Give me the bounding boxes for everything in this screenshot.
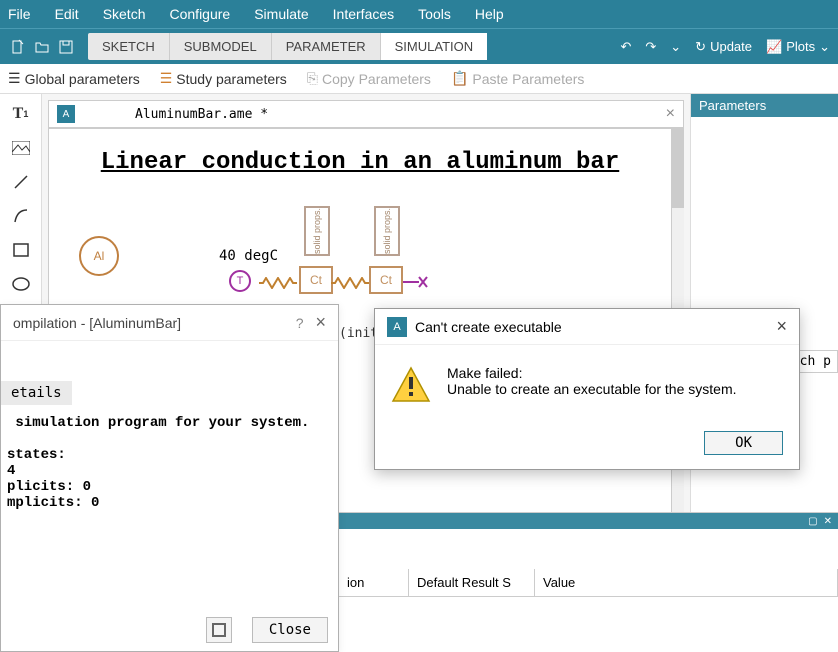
error-title: Can't create executable xyxy=(415,319,562,335)
compilation-panel: ompilation - [AluminumBar] ? × etails si… xyxy=(0,304,339,652)
col-ion[interactable]: ion xyxy=(339,569,409,596)
end-terminator[interactable] xyxy=(403,276,429,288)
menu-interfaces[interactable]: Interfaces xyxy=(333,6,394,22)
curve-tool-icon[interactable] xyxy=(11,206,31,226)
undo-icon[interactable]: ↶ xyxy=(620,39,631,55)
close-icon[interactable]: × xyxy=(776,316,787,337)
menu-file[interactable]: File xyxy=(8,6,31,22)
compilation-title: ompilation - [AluminumBar] ? × xyxy=(1,305,338,341)
line-tool-icon[interactable] xyxy=(11,172,31,192)
close-button[interactable]: Close xyxy=(252,617,328,643)
ct-block-2[interactable]: Ct xyxy=(369,266,403,294)
parameters-panel-header: Parameters xyxy=(691,94,838,117)
menu-configure[interactable]: Configure xyxy=(170,6,231,22)
dropdown-icon[interactable]: ⌄ xyxy=(670,39,681,55)
error-title-bar: A Can't create executable × xyxy=(375,309,799,345)
ellipse-tool-icon[interactable] xyxy=(11,274,31,294)
error-line1: Make failed: xyxy=(447,365,737,381)
list-icon: ☰ xyxy=(160,70,173,87)
open-icon[interactable] xyxy=(32,37,52,57)
plots-button[interactable]: 📈Plots ⌄ xyxy=(766,39,830,55)
app-icon: A xyxy=(57,105,75,123)
document-tab: A AluminumBar.ame * × xyxy=(48,100,684,128)
results-pane: ▢ ✕ ion Default Result S Value xyxy=(339,512,838,652)
save-icon[interactable] xyxy=(56,37,76,57)
error-dialog: A Can't create executable × Make failed:… xyxy=(374,308,800,470)
copy-params-button[interactable]: ⎘Copy Parameters xyxy=(307,70,431,87)
tab-parameter[interactable]: PARAMETER xyxy=(272,33,381,60)
mode-tabs: SKETCH SUBMODEL PARAMETER SIMULATION xyxy=(88,33,487,60)
col-value[interactable]: Value xyxy=(535,569,838,596)
redo-icon[interactable]: ↷ xyxy=(645,39,656,55)
menu-sketch[interactable]: Sketch xyxy=(103,6,146,22)
toolbar-right: ↶ ↷ ⌄ ↻Update 📈Plots ⌄ xyxy=(620,39,830,55)
details-tab[interactable]: etails xyxy=(1,381,72,405)
menu-edit[interactable]: Edit xyxy=(55,6,79,22)
new-icon[interactable] xyxy=(8,37,28,57)
resistor-1[interactable] xyxy=(259,276,297,288)
ok-button[interactable]: OK xyxy=(704,431,783,455)
update-button[interactable]: ↻Update xyxy=(695,39,752,55)
param-toolbar: ☰Global parameters ☰Study parameters ⎘Co… xyxy=(0,64,838,94)
tab-sketch[interactable]: SKETCH xyxy=(88,33,170,60)
topbar: SKETCH SUBMODEL PARAMETER SIMULATION ↶ ↷… xyxy=(0,28,838,64)
ct-block-1[interactable]: Ct xyxy=(299,266,333,294)
resistor-2[interactable] xyxy=(331,276,369,288)
image-tool-icon[interactable] xyxy=(11,138,31,158)
text-tool-icon[interactable]: T1 xyxy=(11,104,31,124)
results-pane-header: ▢ ✕ xyxy=(339,513,838,529)
global-params-button[interactable]: ☰Global parameters xyxy=(8,70,140,87)
menu-help[interactable]: Help xyxy=(475,6,504,22)
results-columns: ion Default Result S Value xyxy=(339,569,838,597)
diagram-title: Linear conduction in an aluminum bar xyxy=(69,149,651,176)
study-params-button[interactable]: ☰Study parameters xyxy=(160,70,287,87)
solid-props-1[interactable]: solid props. xyxy=(304,206,330,256)
list-icon: ☰ xyxy=(8,70,21,87)
close-tab-icon[interactable]: × xyxy=(666,105,675,123)
menu-tools[interactable]: Tools xyxy=(418,6,451,22)
menu-simulate[interactable]: Simulate xyxy=(254,6,308,22)
al-node[interactable]: Al xyxy=(79,236,119,276)
maximize-icon[interactable]: ▢ xyxy=(808,516,817,527)
help-icon[interactable]: ? xyxy=(284,315,316,331)
temp-label: 40 degC xyxy=(219,248,278,264)
error-line2: Unable to create an executable for the s… xyxy=(447,381,737,397)
tab-simulation[interactable]: SIMULATION xyxy=(381,33,488,60)
stop-button[interactable] xyxy=(206,617,232,643)
tab-submodel[interactable]: SUBMODEL xyxy=(170,33,272,60)
col-default-result[interactable]: Default Result S xyxy=(409,569,535,596)
close-pane-icon[interactable]: ✕ xyxy=(824,516,832,527)
close-icon[interactable]: × xyxy=(315,312,326,333)
paste-params-button[interactable]: 📋Paste Parameters xyxy=(451,70,585,87)
compilation-output: simulation program for your system. stat… xyxy=(1,405,338,521)
solid-props-2[interactable]: solid props. xyxy=(374,206,400,256)
warning-icon xyxy=(391,365,431,405)
app-icon: A xyxy=(387,317,407,337)
paste-icon: 📋 xyxy=(451,70,468,87)
rect-tool-icon[interactable] xyxy=(11,240,31,260)
copy-icon: ⎘ xyxy=(307,70,318,87)
document-filename: AluminumBar.ame * xyxy=(135,107,268,122)
menubar: File Edit Sketch Configure Simulate Inte… xyxy=(0,0,838,28)
temperature-source[interactable]: T xyxy=(229,270,251,292)
